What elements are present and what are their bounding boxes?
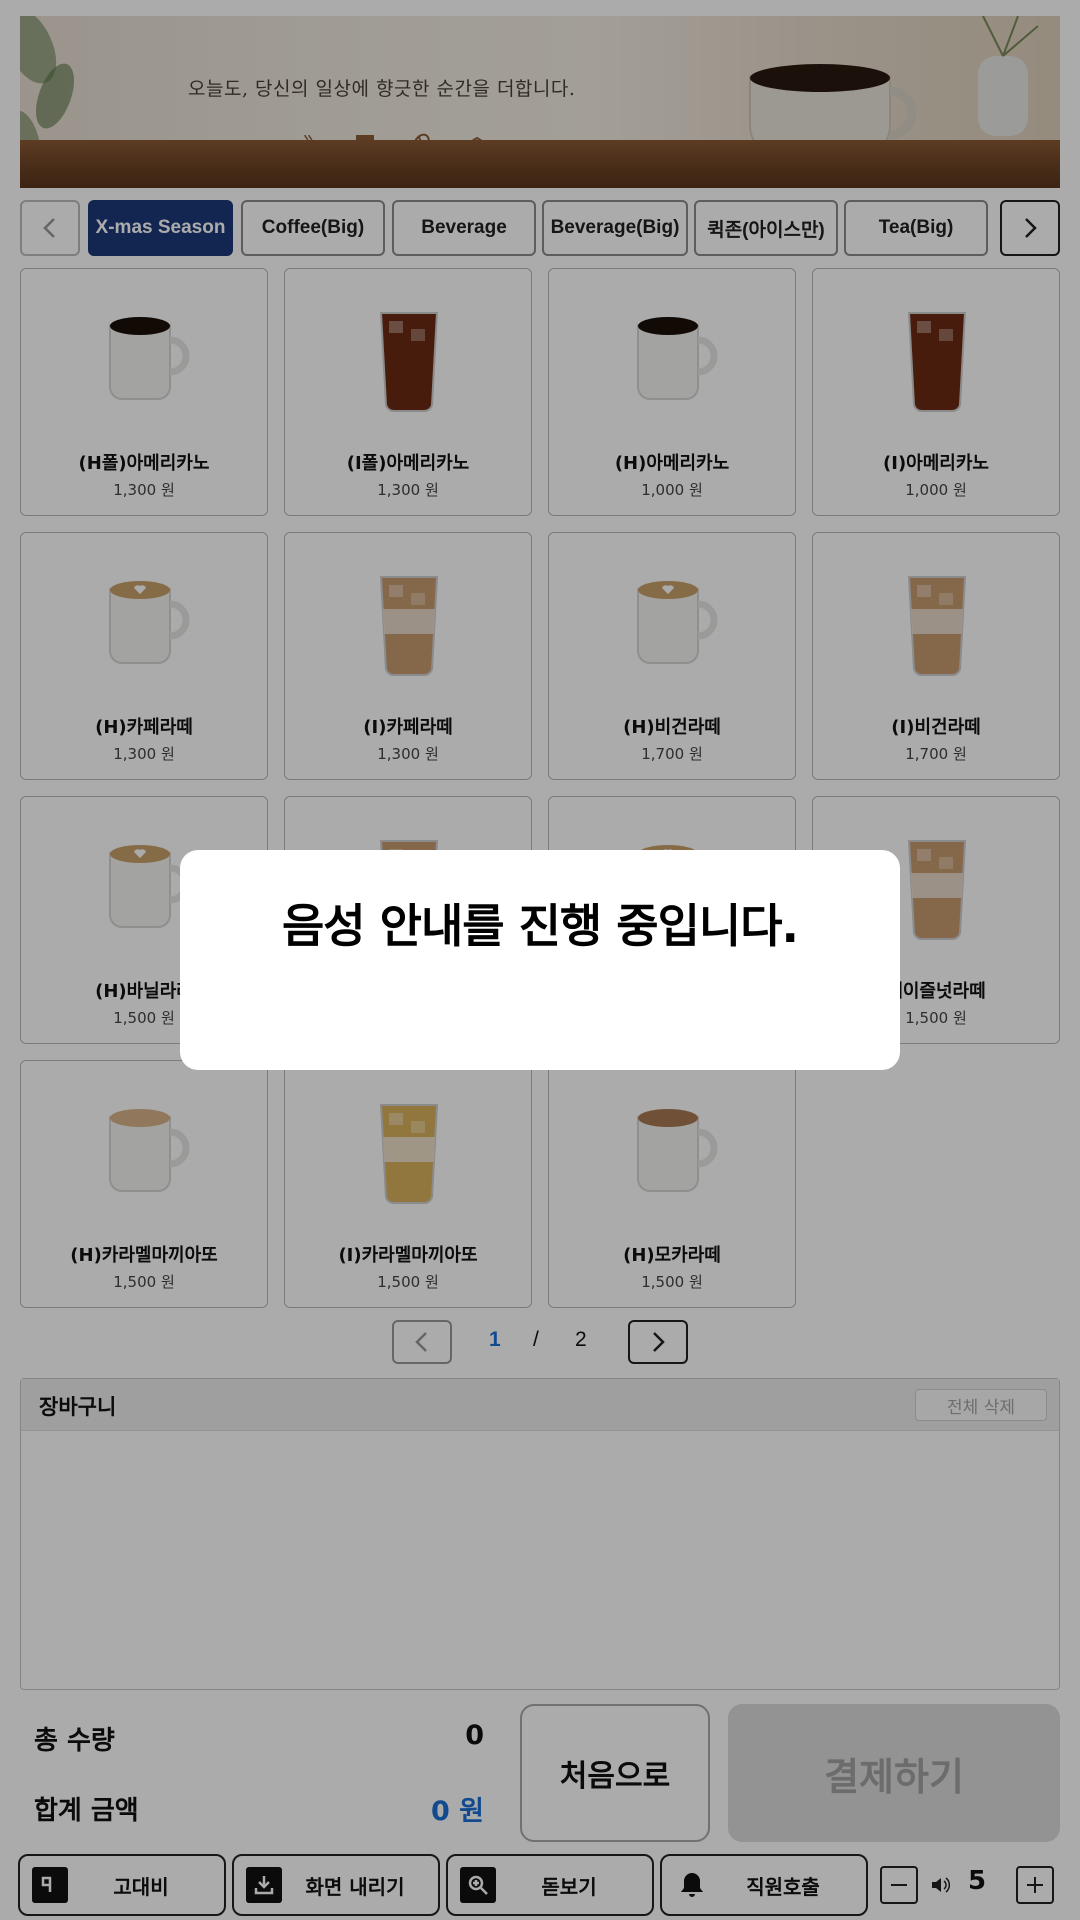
- voice-guide-modal: 음성 안내를 진행 중입니다.: [180, 850, 900, 1070]
- voice-guide-message: 음성 안내를 진행 중입니다.: [281, 899, 799, 953]
